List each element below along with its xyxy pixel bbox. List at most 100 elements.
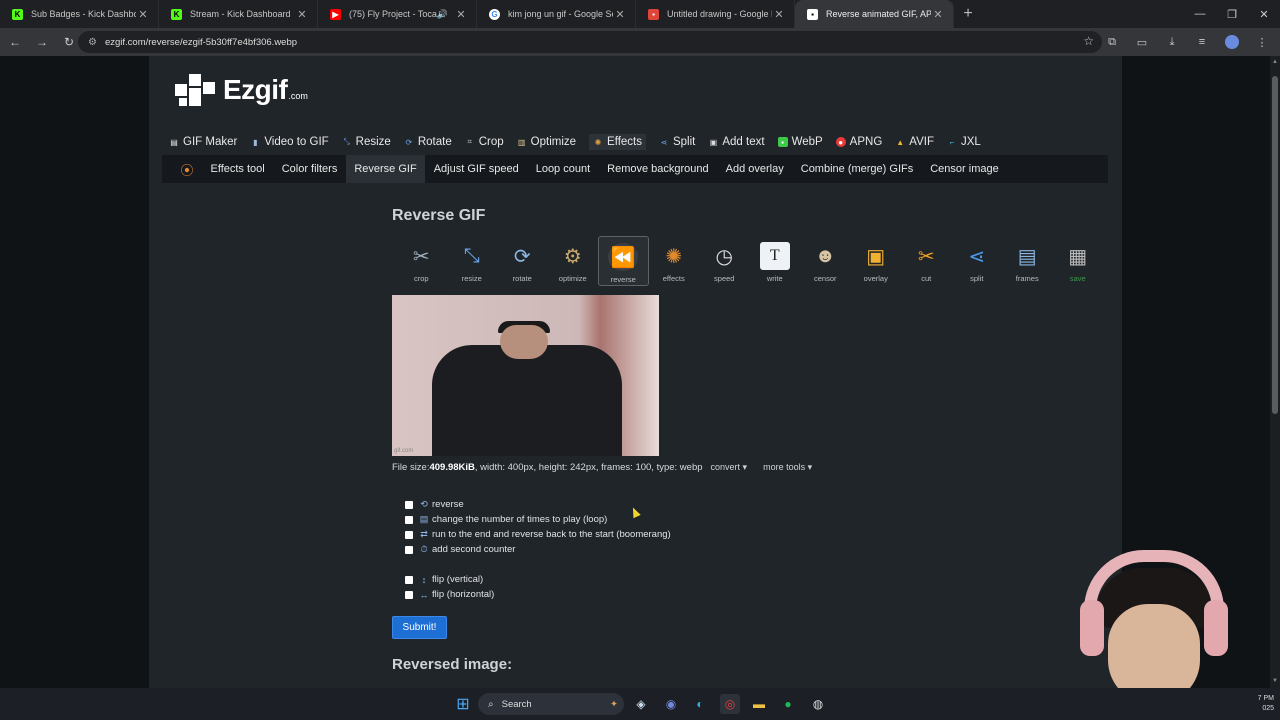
file-info: File size: 409.98KiB , width: 400px, hei… <box>392 462 813 473</box>
subnav-add-overlay[interactable]: Add overlay <box>717 155 792 183</box>
tool-rotate[interactable]: ⟳ rotate <box>497 236 548 286</box>
taskbar-clock[interactable]: 7 PM 025 <box>1258 694 1274 714</box>
nav-webp[interactable]: ▪ WebP <box>777 134 823 150</box>
maximize-icon[interactable]: ❐ <box>1216 0 1248 28</box>
close-tab-icon[interactable]: ✕ <box>136 8 150 21</box>
tool-resize[interactable]: ⤡ resize <box>447 236 498 286</box>
back-icon[interactable]: ← <box>3 30 27 54</box>
tool-crop[interactable]: ✂ crop <box>396 236 447 286</box>
extensions-icon[interactable]: ⧉ <box>1100 30 1124 54</box>
censor-tool-icon: ☻ <box>814 244 836 267</box>
subnav-remove-background[interactable]: Remove background <box>599 155 718 183</box>
browser-tab[interactable]: ▪ Untitled drawing - Google Drawings ✕ <box>636 0 795 28</box>
nav-crop[interactable]: ⌗ Crop <box>465 134 503 150</box>
nav-jxl[interactable]: ⌐ JXL <box>947 134 981 150</box>
media-icon[interactable]: ≡ <box>1190 30 1214 54</box>
spotify-icon[interactable]: ● <box>778 694 798 714</box>
resize-tool-icon: ⤡ <box>463 244 480 267</box>
scroll-down-icon[interactable]: ▼ <box>1272 678 1278 684</box>
subnav-combine-gifs[interactable]: Combine (merge) GIFs <box>792 155 921 183</box>
tool-cut[interactable]: ✂ cut <box>901 236 952 286</box>
browser-tab-active[interactable]: ▪ Reverse animated GIF, APNG, W ✕ <box>795 0 954 28</box>
option-flip-vertical[interactable]: ↕ flip (vertical) <box>405 572 671 587</box>
nav-video-to-gif[interactable]: ▮ Video to GIF <box>250 134 329 150</box>
chrome-icon[interactable]: ◎ <box>720 694 740 714</box>
url-bar[interactable]: ⚙ ezgif.com/reverse/ezgif-5b30ff7e4bf306… <box>78 31 1102 53</box>
tool-censor[interactable]: ☻ censor <box>800 236 851 286</box>
flip-horizontal-icon: ↔ <box>419 589 429 600</box>
checkbox[interactable] <box>405 515 413 524</box>
tool-optimize[interactable]: ⚙ optimize <box>548 236 599 286</box>
tool-split[interactable]: ⋖ split <box>952 236 1003 286</box>
browser-tab[interactable]: K Stream - Kick Dashboard ✕ <box>159 0 318 28</box>
browser-tab[interactable]: K Sub Badges - Kick Dashboard ✕ <box>0 0 159 28</box>
nav-avif[interactable]: ▲ AVIF <box>895 134 934 150</box>
subnav-loop-count[interactable]: Loop count <box>527 155 598 183</box>
edge-icon[interactable]: ◐ <box>690 694 710 714</box>
nav-optimize[interactable]: ▥ Optimize <box>517 134 576 150</box>
nav-apng[interactable]: ● APNG <box>835 134 882 150</box>
checkbox[interactable] <box>405 575 413 584</box>
loop-option-icon: ▤ <box>419 514 429 524</box>
checkbox[interactable] <box>405 590 413 599</box>
close-tab-icon[interactable]: ✕ <box>613 8 627 21</box>
subnav-color-filters[interactable]: Color filters <box>273 155 346 183</box>
checkbox[interactable] <box>405 500 413 509</box>
nav-effects[interactable]: ✺ Effects <box>589 134 646 150</box>
option-second-counter[interactable]: ⏱ add second counter <box>405 542 671 557</box>
search-icon: ⌕ <box>488 698 494 710</box>
tool-speed[interactable]: ◷ speed <box>699 236 750 286</box>
submit-button[interactable]: Submit! <box>392 616 447 639</box>
tool-overlay[interactable]: ▣ overlay <box>851 236 902 286</box>
checkbox[interactable] <box>405 545 413 554</box>
nav-split[interactable]: ⋖ Split <box>659 134 696 150</box>
close-tab-icon[interactable]: ✕ <box>931 8 945 21</box>
subnav-reverse-gif[interactable]: Reverse GIF <box>345 155 426 183</box>
windows-start-icon[interactable]: ⊞ <box>453 694 473 714</box>
tool-effects[interactable]: ✺ effects <box>649 236 700 286</box>
browser-tab[interactable]: ▶ (75) Fly Project - Toca Toca 🔊 ✕ <box>318 0 477 28</box>
close-tab-icon[interactable]: ✕ <box>772 8 786 21</box>
menu-icon[interactable]: ⋮ <box>1250 30 1274 54</box>
tool-save[interactable]: ▦ save <box>1053 236 1104 286</box>
profile-avatar[interactable] <box>1225 35 1239 49</box>
tool-write[interactable]: Twrite <box>750 236 801 286</box>
steam-icon[interactable]: ◈ <box>631 694 651 714</box>
checkbox[interactable] <box>405 530 413 539</box>
option-boomerang[interactable]: ⇄ run to the end and reverse back to the … <box>405 527 671 542</box>
nav-rotate[interactable]: ⟳ Rotate <box>404 134 451 150</box>
close-tab-icon[interactable]: ✕ <box>454 8 468 21</box>
cast-icon[interactable]: ▭ <box>1130 30 1154 54</box>
forward-icon[interactable]: → <box>30 30 54 54</box>
browser-tab[interactable]: G kim jong un gif - Google Search ✕ <box>477 0 636 28</box>
nav-add-text[interactable]: ▣ Add text <box>708 134 765 150</box>
new-tab-button[interactable]: + <box>954 0 982 28</box>
scrollbar-thumb[interactable] <box>1272 76 1278 414</box>
subnav-censor-image[interactable]: Censor image <box>922 155 1007 183</box>
option-flip-horizontal[interactable]: ↔ flip (horizontal) <box>405 587 671 602</box>
discord-icon[interactable]: ◉ <box>661 694 681 714</box>
file-explorer-icon[interactable]: ▬ <box>749 694 769 714</box>
crop-tool-icon: ✂ <box>412 245 430 268</box>
site-info-icon[interactable]: ⚙ <box>88 37 97 48</box>
subnav-adjust-speed[interactable]: Adjust GIF speed <box>425 155 527 183</box>
ezgif-logo[interactable]: Ezgif .com <box>175 74 308 106</box>
close-window-icon[interactable]: ✕ <box>1248 0 1280 28</box>
scroll-up-icon[interactable]: ▲ <box>1272 59 1278 65</box>
nav-gif-maker[interactable]: ▤ GIF Maker <box>169 134 237 150</box>
speaker-icon[interactable]: 🔊 <box>437 9 448 20</box>
puzzle-logo-icon <box>175 74 217 106</box>
obs-icon[interactable]: ◍ <box>808 694 828 714</box>
more-tools-dropdown[interactable]: more tools ▾ <box>763 462 812 473</box>
tool-frames[interactable]: ▤ frames <box>1002 236 1053 286</box>
minimize-icon[interactable]: — <box>1184 0 1216 28</box>
convert-dropdown[interactable]: convert ▾ <box>711 462 748 473</box>
nav-resize[interactable]: ⤡ Resize <box>342 134 390 150</box>
tool-reverse[interactable]: ⏪ reverse <box>598 236 649 286</box>
download-icon[interactable]: ⤓ <box>1160 30 1184 54</box>
write-tool-icon: T <box>759 242 790 270</box>
subnav-effects-tool[interactable]: Effects tool <box>202 155 273 183</box>
taskbar-search[interactable]: ⌕ Search ✦ <box>478 693 624 715</box>
close-tab-icon[interactable]: ✕ <box>295 8 309 21</box>
bookmark-star-icon[interactable]: ☆ <box>1083 34 1094 48</box>
